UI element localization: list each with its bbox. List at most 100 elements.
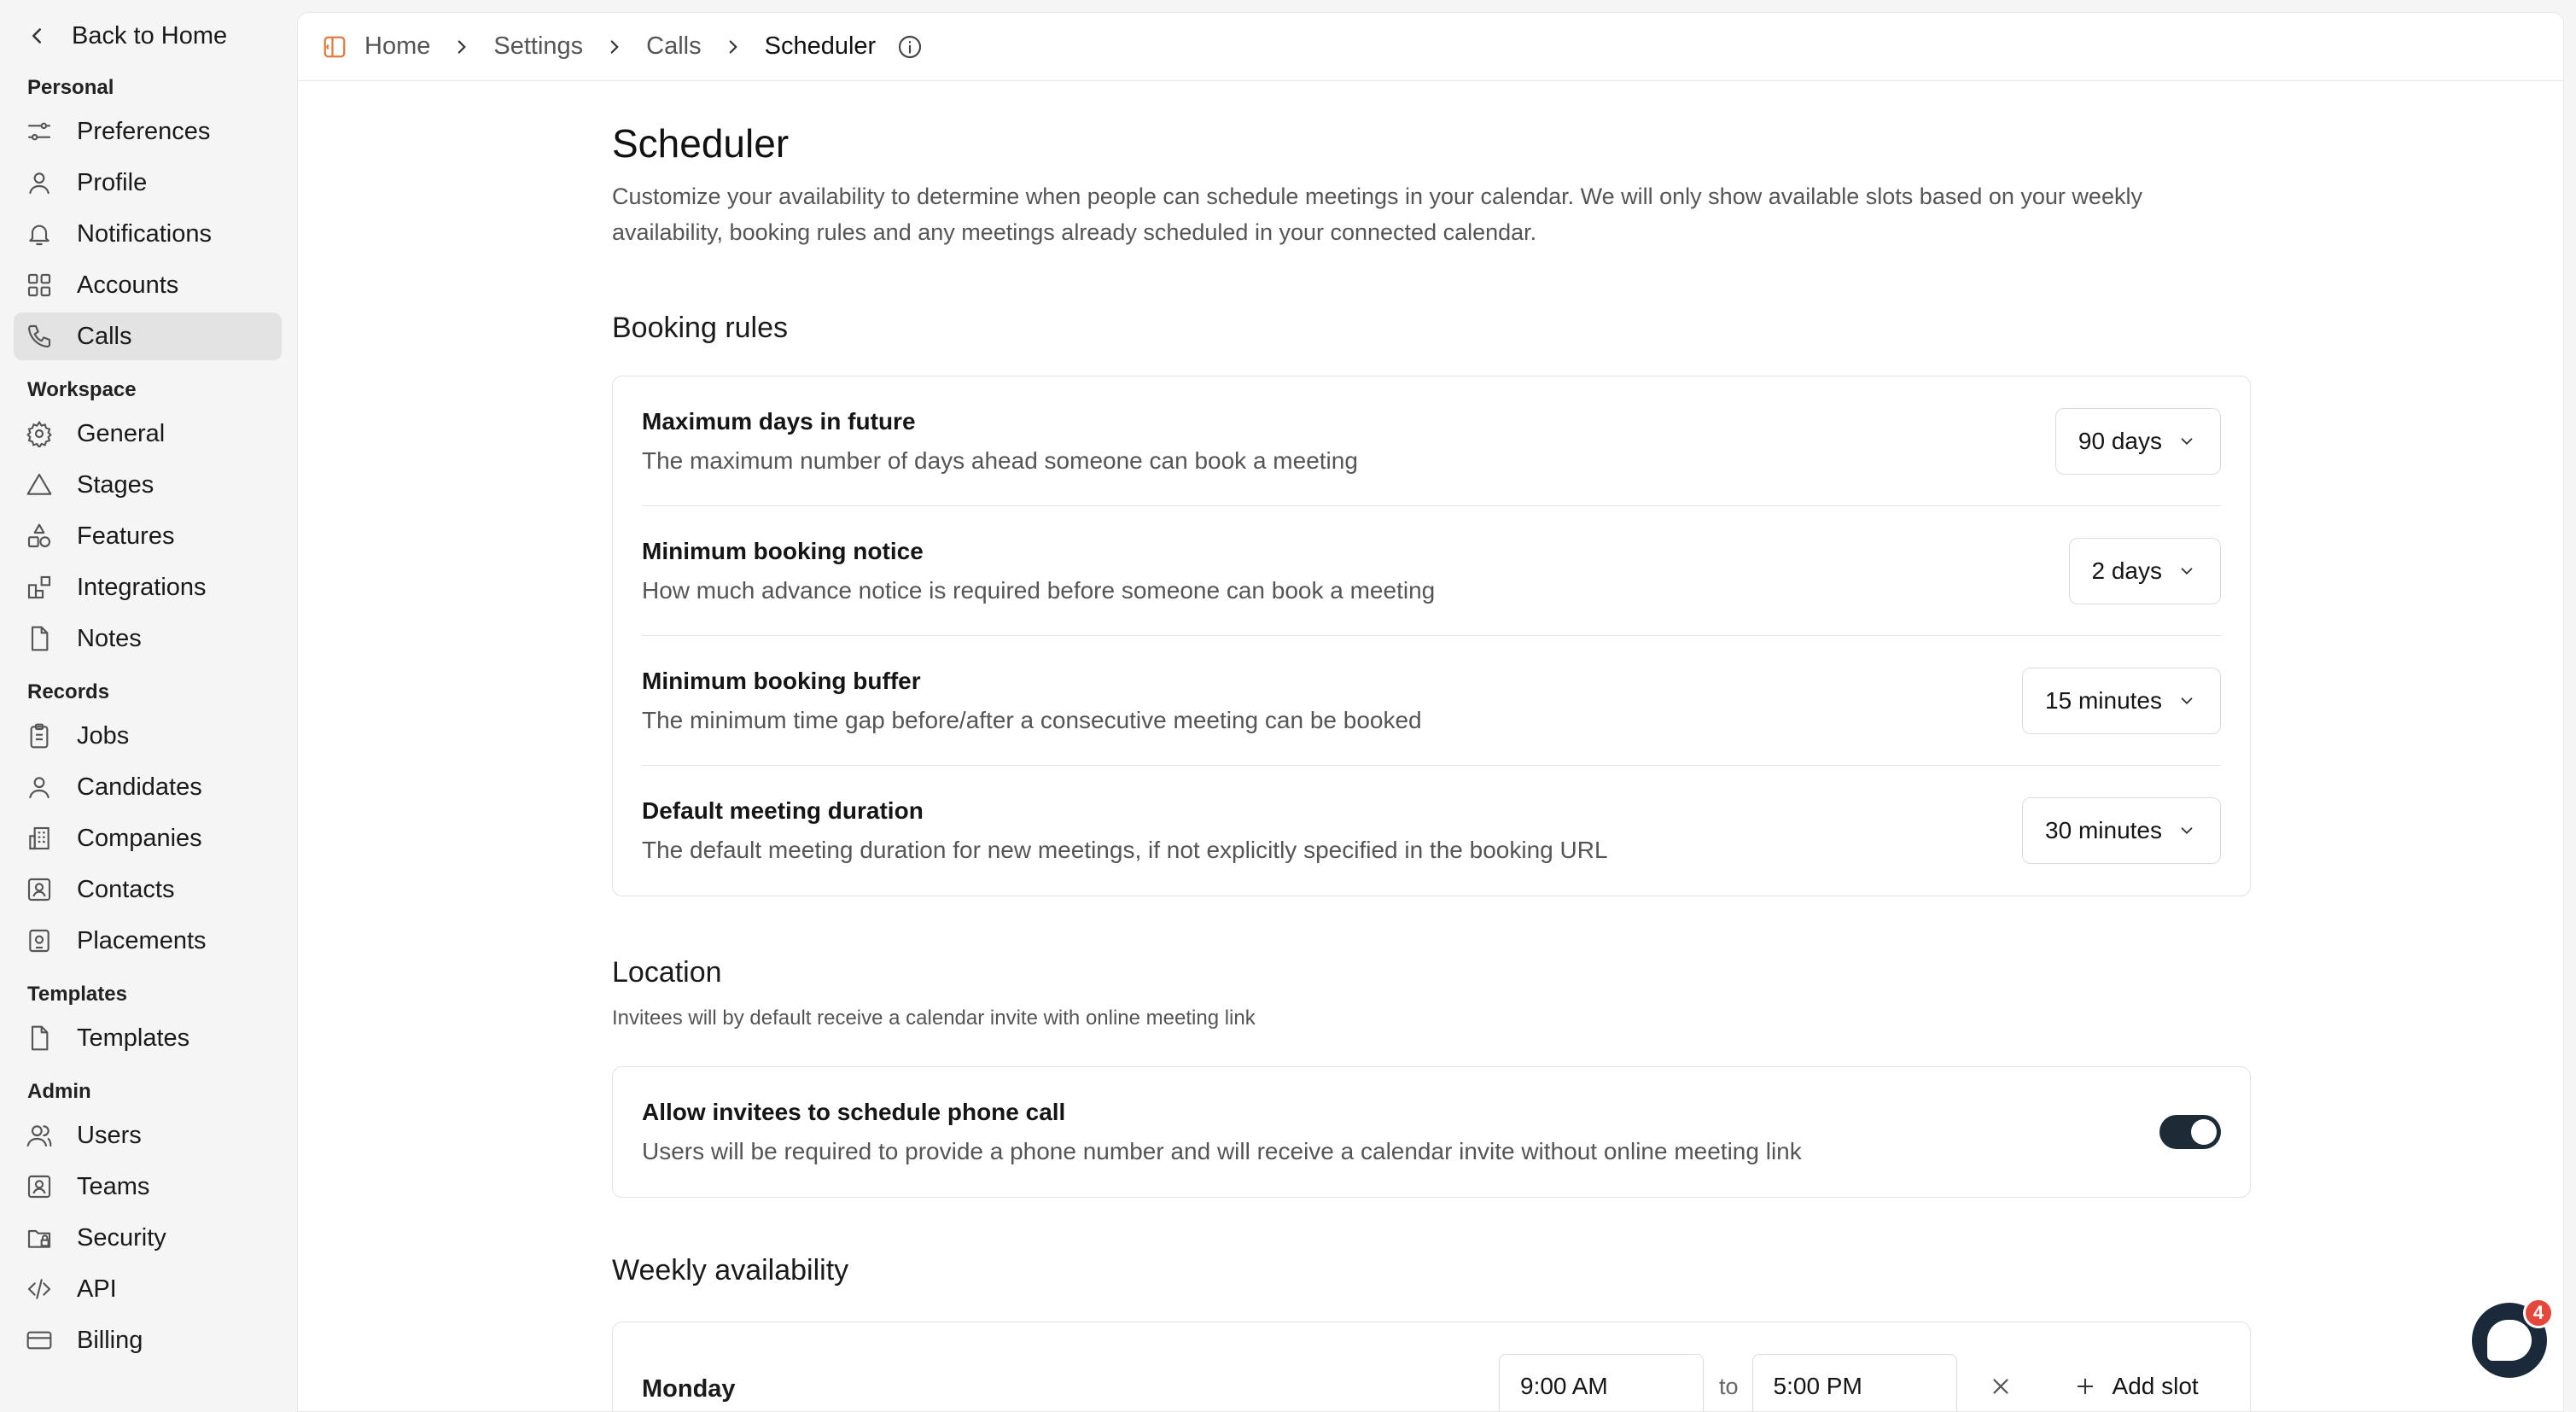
booking-rules-card: Maximum days in future The maximum numbe… <box>612 376 2251 896</box>
breadcrumb-home[interactable]: Home <box>364 32 430 61</box>
day-label: Monday <box>642 1374 736 1403</box>
default-duration-select[interactable]: 30 minutes <box>2022 797 2221 864</box>
scheduler-content: Scheduler Customize your availability to… <box>612 103 2251 1411</box>
phone-icon <box>26 323 53 350</box>
sidebar-item-label: Notes <box>77 624 142 652</box>
sidebar-item-general[interactable]: General <box>14 410 282 458</box>
breadcrumb-calls[interactable]: Calls <box>646 32 701 61</box>
sidebar-item-api[interactable]: API <box>14 1265 282 1313</box>
sidebar-item-notifications[interactable]: Notifications <box>14 210 282 258</box>
sidebar-toggle-icon[interactable] <box>322 34 347 60</box>
page-title: Scheduler <box>612 121 790 166</box>
rule-description: The minimum time gap before/after a cons… <box>642 706 1422 733</box>
sidebar-item-accounts[interactable]: Accounts <box>14 261 282 309</box>
sidebar-item-label: Users <box>77 1121 142 1149</box>
location-card: Allow invitees to schedule phone call Us… <box>612 1066 2251 1198</box>
sidebar-item-label: Teams <box>77 1172 150 1200</box>
info-icon[interactable] <box>896 33 924 61</box>
breadcrumb-scheduler: Scheduler <box>764 32 877 60</box>
back-to-home-label: Back to Home <box>72 21 228 50</box>
contact-icon <box>26 876 53 903</box>
section-label-records: Records <box>27 680 110 703</box>
sidebar-item-label: Notifications <box>77 219 212 248</box>
sidebar-item-placements[interactable]: Placements <box>14 917 282 965</box>
sidebar-item-candidates[interactable]: Candidates <box>14 763 282 811</box>
sidebar-item-billing[interactable]: Billing <box>14 1316 282 1364</box>
settings-sidebar: Back to Home Personal Preferences Profil… <box>0 0 295 1395</box>
sidebar-item-profile[interactable]: Profile <box>14 159 282 207</box>
sidebar-item-label: Templates <box>77 1024 190 1052</box>
phone-call-title: Allow invitees to schedule phone call <box>642 1099 1066 1125</box>
section-label-personal: Personal <box>27 76 114 99</box>
booking-rule-row: Maximum days in future The maximum numbe… <box>642 376 2221 506</box>
sidebar-item-calls[interactable]: Calls <box>14 312 282 360</box>
breadcrumb: Home Settings Calls Scheduler <box>298 13 2563 81</box>
booking-rule-row: Minimum booking buffer The minimum time … <box>642 636 2221 766</box>
sidebar-item-label: Contacts <box>77 875 175 903</box>
user-icon <box>26 773 53 801</box>
sidebar-item-contacts[interactable]: Contacts <box>14 866 282 913</box>
sidebar-item-label: Profile <box>77 168 148 196</box>
sidebar-item-label: Integrations <box>77 573 207 601</box>
file-icon <box>26 1024 53 1052</box>
to-label: to <box>1719 1373 1739 1399</box>
chevron-left-icon <box>32 28 41 44</box>
chevron-down-icon <box>2181 437 2193 445</box>
add-slot-button[interactable]: Add slot <box>2073 1373 2199 1400</box>
triangle-icon <box>26 471 53 499</box>
sidebar-item-jobs[interactable]: Jobs <box>14 712 282 760</box>
sidebar-item-notes[interactable]: Notes <box>14 615 282 662</box>
availability-row-monday: Monday 9:00 AM to 5:00 PM Add slot <box>642 1322 2221 1411</box>
sidebar-item-features[interactable]: Features <box>14 512 282 560</box>
section-label-workspace: Workspace <box>27 378 137 401</box>
end-time-input[interactable]: 5:00 PM <box>1751 1354 1957 1411</box>
back-to-home-link[interactable]: Back to Home <box>14 12 282 60</box>
select-value: 2 days <box>2091 557 2163 584</box>
min-notice-select[interactable]: 2 days <box>2068 537 2221 604</box>
sidebar-item-users[interactable]: Users <box>14 1112 282 1159</box>
rule-title: Maximum days in future <box>642 407 916 435</box>
close-icon[interactable] <box>1988 1374 2014 1399</box>
shapes-icon <box>26 522 53 550</box>
rule-description: How much advance notice is required befo… <box>642 576 1436 604</box>
sidebar-item-companies[interactable]: Companies <box>14 814 282 862</box>
sidebar-item-stages[interactable]: Stages <box>14 461 282 509</box>
folder-lock-icon <box>26 1224 53 1252</box>
sidebar-item-label: Security <box>77 1223 166 1252</box>
sidebar-item-label: Stages <box>77 470 154 499</box>
location-title: Location <box>612 956 722 989</box>
start-time-input[interactable]: 9:00 AM <box>1499 1354 1704 1411</box>
phone-call-toggle[interactable] <box>2159 1115 2221 1149</box>
chevron-right-icon <box>729 39 737 54</box>
users-icon <box>26 1122 53 1149</box>
sidebar-item-preferences[interactable]: Preferences <box>14 108 282 155</box>
building-icon <box>26 825 53 852</box>
weekly-availability-card: Monday 9:00 AM to 5:00 PM Add slot <box>612 1322 2251 1411</box>
max-days-select[interactable]: 90 days <box>2054 407 2221 475</box>
breadcrumb-settings[interactable]: Settings <box>493 32 583 61</box>
weekly-availability-title: Weekly availability <box>612 1254 849 1287</box>
user-icon <box>26 169 53 196</box>
sidebar-item-templates[interactable]: Templates <box>14 1014 282 1062</box>
booking-rules-title: Booking rules <box>612 312 789 344</box>
select-value: 15 minutes <box>2045 686 2162 714</box>
sidebar-item-label: General <box>77 419 166 447</box>
min-buffer-select[interactable]: 15 minutes <box>2022 667 2221 734</box>
sidebar-item-teams[interactable]: Teams <box>14 1163 282 1211</box>
start-time-value: 9:00 AM <box>1520 1373 1608 1399</box>
grid-icon <box>26 271 53 299</box>
chevron-right-icon <box>610 39 619 54</box>
section-label-admin: Admin <box>27 1080 91 1103</box>
chat-launcher-button[interactable]: 4 <box>2472 1298 2554 1378</box>
contact-icon <box>26 1173 53 1200</box>
sidebar-item-integrations[interactable]: Integrations <box>14 563 282 611</box>
rule-description: The default meeting duration for new mee… <box>642 837 1608 863</box>
section-label-templates: Templates <box>27 983 127 1006</box>
main-panel: Home Settings Calls Scheduler Scheduler … <box>297 12 2564 1412</box>
sidebar-item-security[interactable]: Security <box>14 1214 282 1262</box>
chat-bubble-icon <box>2487 1320 2532 1361</box>
sidebar-item-label: Calls <box>77 322 132 350</box>
sidebar-item-label: Accounts <box>77 271 179 299</box>
phone-call-description: Users will be required to provide a phon… <box>642 1138 1802 1164</box>
sidebar-item-label: Companies <box>77 824 202 852</box>
